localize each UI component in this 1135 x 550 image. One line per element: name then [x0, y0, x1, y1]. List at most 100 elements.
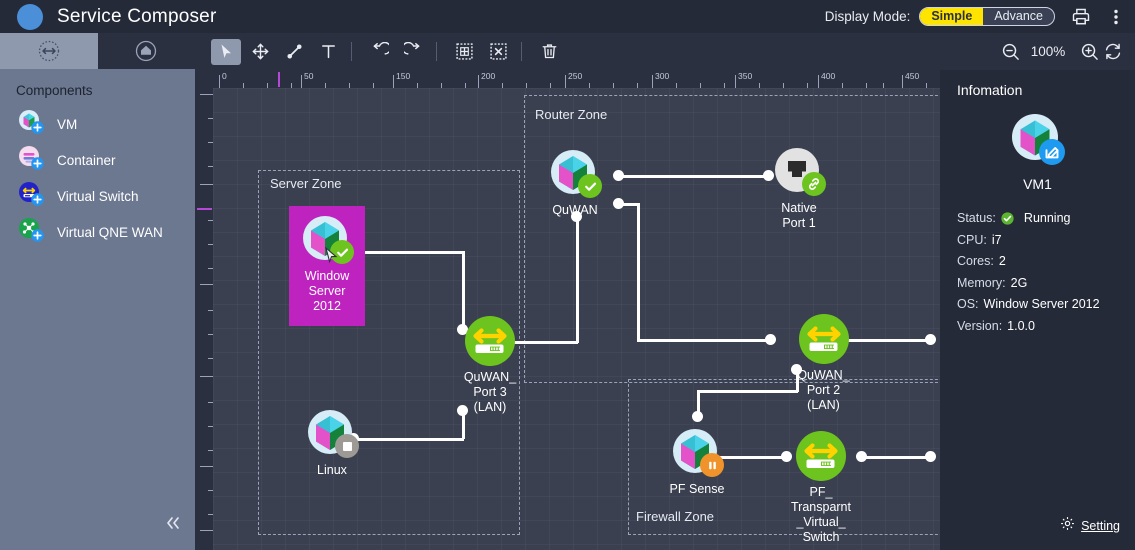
- sidebar-item-vm[interactable]: VM: [0, 106, 195, 142]
- green-check-badge: [578, 174, 602, 198]
- virtual-switch-icon: [795, 430, 847, 482]
- undo-tool[interactable]: [364, 39, 394, 65]
- printer-icon[interactable]: [1071, 7, 1091, 27]
- ruler-h-label-0: 0: [222, 71, 227, 81]
- information-rows: Status: Running CPU: i7 Cores: 2 Memory:: [940, 192, 1135, 337]
- ruler-h-marker: [278, 72, 280, 87]
- information-panel-title: Infomation: [940, 70, 1135, 98]
- display-mode-toggle[interactable]: Simple Advance: [919, 7, 1055, 26]
- link-dot-port2-right-end[interactable]: [925, 334, 936, 345]
- node-pf-sense[interactable]: PF Sense: [659, 427, 735, 497]
- line-tool[interactable]: [279, 39, 309, 65]
- toolbar-divider-2: [436, 42, 437, 61]
- status-running-icon: [1001, 212, 1014, 225]
- info-value-cores: 2: [999, 251, 1006, 273]
- group-select-icon: [455, 42, 474, 61]
- sidebar-collapse-button[interactable]: [163, 515, 183, 534]
- refresh-icon[interactable]: [1103, 42, 1123, 61]
- zone-router-label: Router Zone: [535, 107, 607, 122]
- text-T-icon: [319, 42, 338, 61]
- information-hero: VM1: [940, 112, 1135, 192]
- trash-icon: [540, 42, 559, 61]
- display-mode-simple[interactable]: Simple: [920, 8, 983, 25]
- node-quwan-port-3-lan[interactable]: QuWAN_ Port 3 (LAN): [440, 315, 540, 415]
- info-key-version: Version:: [957, 316, 1002, 338]
- info-row-cpu: CPU: i7: [957, 230, 1135, 252]
- info-value-cpu: i7: [992, 230, 1002, 252]
- more-vertical-icon[interactable]: [1107, 7, 1125, 27]
- link-quwan-nativeport-h: [618, 175, 768, 178]
- undo-arrow-icon: [370, 42, 389, 61]
- info-key-cpu: CPU:: [957, 230, 987, 252]
- link-winserver-port3-h: [351, 251, 464, 254]
- sidebar-item-container[interactable]: Container: [0, 142, 195, 178]
- select-tool[interactable]: [211, 39, 241, 65]
- setting-button[interactable]: Setting: [1060, 516, 1120, 536]
- link-dot-pfsense-top[interactable]: [692, 411, 703, 422]
- sidebar-item-virtual-switch-label: Virtual Switch: [57, 189, 139, 204]
- node-linux[interactable]: Linux: [294, 408, 370, 478]
- ungroup-tool[interactable]: [483, 39, 513, 65]
- ruler-h-label-400: 400: [821, 71, 835, 81]
- node-label: QuWAN: [552, 203, 597, 218]
- title-bar-right-controls: Display Mode: Simple Advance: [825, 0, 1135, 33]
- gray-stop-badge: [335, 434, 359, 458]
- left-sidebar: Components VM: [0, 33, 195, 550]
- green-link-badge: [802, 172, 826, 196]
- sidebar-tab-home[interactable]: [98, 33, 196, 69]
- vm-icon: [301, 214, 353, 266]
- group-tool[interactable]: [449, 39, 479, 65]
- zoom-controls: 100%: [997, 42, 1135, 61]
- virtual-switch-icon: [798, 313, 850, 365]
- title-bar: Service Composer Display Mode: Simple Ad…: [0, 0, 1135, 33]
- link-dot-vswitch-right-end[interactable]: [925, 451, 936, 462]
- zoom-out-icon[interactable]: [1001, 42, 1020, 61]
- virtual-switch-add-icon: [18, 181, 44, 212]
- node-native-port-1[interactable]: Native Port 1: [761, 146, 837, 231]
- link-dot-quwan-right-bottom[interactable]: [613, 198, 624, 209]
- toolbar-divider-1: [351, 42, 352, 61]
- vertical-ruler: 0 -50 -150 -200 -250 -300: [195, 88, 213, 550]
- text-tool[interactable]: [313, 39, 343, 65]
- virtual-qne-wan-add-icon: [18, 217, 44, 248]
- green-check-badge: [330, 240, 354, 264]
- orange-pause-badge: [700, 453, 724, 477]
- components-heading: Components: [0, 69, 195, 102]
- link-port3-quwan-v: [576, 216, 579, 343]
- sidebar-item-virtual-qne-wan[interactable]: Virtual QNE WAN: [0, 214, 195, 250]
- canvas-area[interactable]: 0 50 150 200 250 300: [195, 70, 940, 550]
- node-window-server-2012[interactable]: Window Server 2012: [289, 214, 365, 314]
- link-dot-quwan-right-top[interactable]: [613, 170, 624, 181]
- redo-tool[interactable]: [398, 39, 428, 65]
- ruler-v-label-150: -150: [195, 287, 196, 304]
- move-arrows-icon: [251, 42, 270, 61]
- node-label: PF_ Transparnt _Virtual_ Switch: [791, 485, 851, 545]
- delete-tool[interactable]: [534, 39, 564, 65]
- node-quwan[interactable]: QuWAN: [537, 148, 613, 218]
- link-quwan-port2-v: [637, 203, 640, 341]
- info-row-cores: Cores: 2: [957, 251, 1135, 273]
- ruler-v-label-300: -300: [195, 533, 196, 550]
- node-label: Window Server 2012: [305, 269, 349, 314]
- display-mode-advance[interactable]: Advance: [983, 8, 1054, 25]
- vm-edit-icon: [1010, 112, 1066, 168]
- node-label: Native Port 1: [781, 201, 816, 231]
- app-title: Service Composer: [57, 6, 216, 28]
- move-tool[interactable]: [245, 39, 275, 65]
- sidebar-tab-network[interactable]: [0, 33, 98, 69]
- node-label: QuWAN_ Port 3 (LAN): [464, 370, 516, 415]
- virtual-switch-icon: [464, 315, 516, 367]
- ruler-h-label-450: 450: [905, 71, 919, 81]
- canvas-toolbar: 100%: [195, 33, 1135, 70]
- node-quwan-port-2-lan[interactable]: QuWAN_ Port 2 (LAN): [771, 313, 876, 413]
- vm-icon: [549, 148, 601, 200]
- container-add-icon: [18, 145, 44, 176]
- node-pf-transparnt-virtual-switch[interactable]: PF_ Transparnt _Virtual_ Switch: [781, 430, 861, 545]
- diagram-canvas[interactable]: Server Zone Router Zone Firewall Zone: [213, 88, 940, 550]
- ruler-v-label-250: -250: [195, 469, 196, 486]
- sidebar-item-virtual-switch[interactable]: Virtual Switch: [0, 178, 195, 214]
- ruler-h-label-150: 150: [396, 71, 410, 81]
- info-value-memory: 2G: [1011, 273, 1028, 295]
- ungroup-select-icon: [489, 42, 508, 61]
- zoom-in-icon[interactable]: [1080, 42, 1099, 61]
